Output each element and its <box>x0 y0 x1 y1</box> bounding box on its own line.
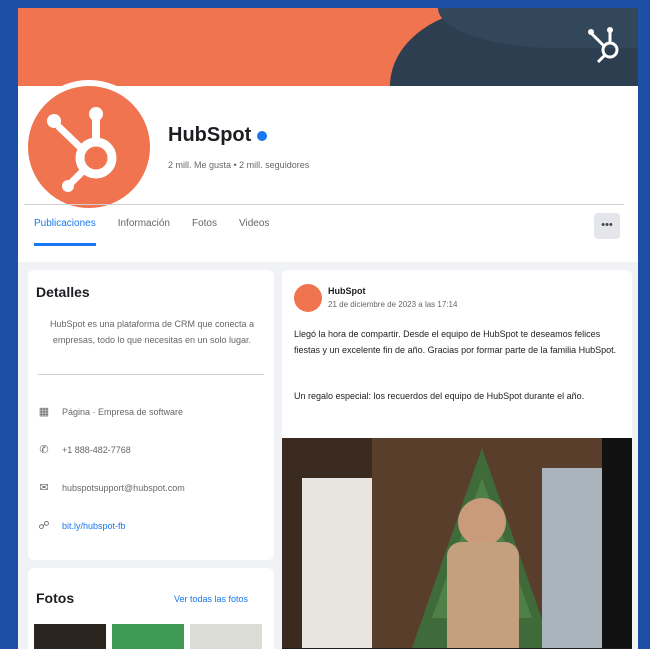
detail-category-text: Página · Empresa de software <box>62 407 184 417</box>
tab-about[interactable]: Información <box>118 218 170 246</box>
photos-panel: Fotos Ver todas las fotos <box>28 568 274 649</box>
post-author-avatar[interactable] <box>294 284 322 312</box>
hubspot-logo-icon <box>47 107 117 192</box>
intro-title: Detalles <box>36 284 90 300</box>
post-video[interactable] <box>282 438 632 649</box>
photo-thumbnail[interactable] <box>112 624 184 649</box>
cover-photo <box>18 8 638 86</box>
post-card: HubSpot 21 de diciembre de 2023 a las 17… <box>282 270 632 649</box>
page-followers: 2 mill. Me gusta • 2 mill. seguidores <box>168 160 310 170</box>
facebook-page-frame: HubSpot 2 mill. Me gusta • 2 mill. segui… <box>18 8 638 649</box>
intro-divider <box>38 374 264 375</box>
page-tabs: Publicaciones Información Fotos Videos <box>34 218 291 246</box>
page-name-row: HubSpot <box>168 124 268 147</box>
intro-description: HubSpot es una plataforma de CRM que con… <box>49 319 255 345</box>
link-icon: ☍ <box>38 520 50 532</box>
more-options-button[interactable]: ••• <box>594 213 620 239</box>
detail-category: ▦ Página · Empresa de software <box>38 406 183 418</box>
phone-icon: ✆ <box>39 444 49 456</box>
verified-badge-icon <box>257 130 268 141</box>
email-icon: ✉ <box>39 482 49 494</box>
detail-website-text[interactable]: bit.ly/hubspot-fb <box>62 521 126 531</box>
see-all-photos-link[interactable]: Ver todas las fotos <box>174 594 248 604</box>
video-frame <box>282 438 632 649</box>
photo-thumbnail[interactable] <box>34 624 106 649</box>
tab-videos[interactable]: Videos <box>239 218 269 246</box>
tab-photos[interactable]: Fotos <box>192 218 217 246</box>
page-icon: ▦ <box>38 406 50 418</box>
detail-phone-text: +1 888-482-7768 <box>62 445 131 455</box>
hubspot-sprocket-icon <box>588 27 619 64</box>
detail-phone: ✆ +1 888-482-7768 <box>38 444 131 456</box>
detail-website[interactable]: ☍ bit.ly/hubspot-fb <box>38 520 126 532</box>
photos-title: Fotos <box>36 590 75 606</box>
post-timestamp[interactable]: 21 de diciembre de 2023 a las 17:14 <box>328 300 457 309</box>
post-text-secondary: Un regalo especial: los recuerdos del eq… <box>294 391 585 401</box>
post-text: Llegó la hora de compartir. Desde el equ… <box>294 329 617 355</box>
profile-header: HubSpot 2 mill. Me gusta • 2 mill. segui… <box>18 80 638 262</box>
photo-thumbnail[interactable] <box>190 624 262 649</box>
profile-avatar[interactable] <box>22 80 156 214</box>
detail-email: ✉ hubspotsupport@hubspot.com <box>38 482 185 494</box>
tab-posts[interactable]: Publicaciones <box>34 218 96 246</box>
header-divider <box>24 204 624 205</box>
page-name: HubSpot <box>168 124 252 146</box>
intro-panel: Detalles HubSpot es una plataforma de CR… <box>28 270 274 560</box>
post-author[interactable]: HubSpot <box>328 286 366 296</box>
detail-email-text: hubspotsupport@hubspot.com <box>62 483 185 493</box>
